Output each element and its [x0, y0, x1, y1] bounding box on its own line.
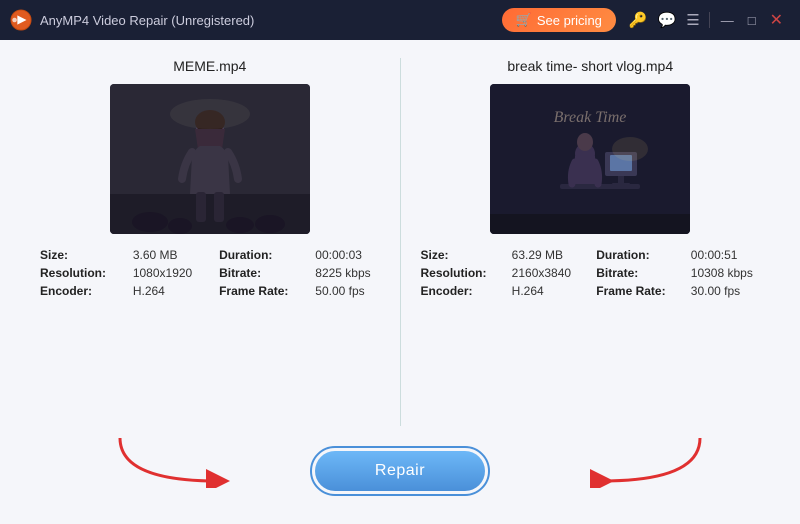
right-arrow-icon: [590, 433, 710, 488]
see-pricing-button[interactable]: 🛒 See pricing: [502, 8, 616, 32]
left-bitrate-label: Bitrate:: [219, 266, 307, 280]
cart-icon: 🛒: [516, 12, 532, 28]
right-thumb-svg: Break Time: [490, 84, 690, 234]
app-title: AnyMP4 Video Repair (Unregistered): [40, 13, 502, 28]
right-duration-label: Duration:: [596, 248, 683, 262]
chat-icon-button[interactable]: 💬: [653, 9, 682, 31]
main-content: MEME.mp4: [0, 40, 800, 524]
right-resolution-label: Resolution:: [421, 266, 504, 280]
left-framerate-label: Frame Rate:: [219, 284, 307, 298]
repair-section: Repair: [30, 436, 770, 506]
panel-divider: [400, 58, 401, 426]
right-framerate-label: Frame Rate:: [596, 284, 683, 298]
right-encoder-label: Encoder:: [421, 284, 504, 298]
right-encoder-value: H.264: [512, 284, 589, 298]
left-video-panel: MEME.mp4: [30, 58, 390, 298]
maximize-button[interactable]: □: [741, 11, 763, 30]
right-video-info: Size: 63.29 MB Duration: 00:00:51 Resolu…: [411, 248, 771, 298]
pricing-label: See pricing: [537, 13, 602, 28]
left-duration-label: Duration:: [219, 248, 307, 262]
right-bitrate-value: 10308 kbps: [691, 266, 770, 280]
right-duration-value: 00:00:51: [691, 248, 770, 262]
title-bar-separator: [709, 12, 710, 28]
key-icon-button[interactable]: 🔑: [624, 9, 653, 31]
menu-icon-button[interactable]: ☰: [681, 9, 704, 31]
right-bitrate-label: Bitrate:: [596, 266, 683, 280]
close-button[interactable]: ✕: [763, 8, 790, 32]
svg-text:Break Time: Break Time: [554, 109, 627, 126]
left-encoder-value: H.264: [133, 284, 211, 298]
left-framerate-value: 50.00 fps: [315, 284, 389, 298]
videos-row: MEME.mp4: [30, 58, 770, 426]
repair-button-wrapper: Repair: [310, 446, 490, 496]
right-resolution-value: 2160x3840: [512, 266, 589, 280]
left-video-thumbnail: [110, 84, 310, 234]
left-resolution-value: 1080x1920: [133, 266, 211, 280]
left-video-info: Size: 3.60 MB Duration: 00:00:03 Resolut…: [30, 248, 390, 298]
right-size-label: Size:: [421, 248, 504, 262]
right-framerate-value: 30.00 fps: [691, 284, 770, 298]
left-thumb-svg: [110, 84, 310, 234]
right-video-thumbnail: Break Time: [490, 84, 690, 234]
left-size-value: 3.60 MB: [133, 248, 211, 262]
left-video-title: MEME.mp4: [173, 58, 246, 74]
left-resolution-label: Resolution:: [40, 266, 125, 280]
left-bitrate-value: 8225 kbps: [315, 266, 389, 280]
title-bar: AnyMP4 Video Repair (Unregistered) 🛒 See…: [0, 0, 800, 40]
app-logo-icon: [10, 9, 32, 31]
left-size-label: Size:: [40, 248, 125, 262]
right-video-panel: break time- short vlog.mp4 Break Time: [411, 58, 771, 298]
left-encoder-label: Encoder:: [40, 284, 125, 298]
right-video-title: break time- short vlog.mp4: [507, 58, 673, 74]
minimize-button[interactable]: —: [714, 11, 741, 30]
left-duration-value: 00:00:03: [315, 248, 389, 262]
left-arrow-icon: [110, 433, 230, 488]
repair-button[interactable]: Repair: [315, 451, 485, 491]
right-size-value: 63.29 MB: [512, 248, 589, 262]
